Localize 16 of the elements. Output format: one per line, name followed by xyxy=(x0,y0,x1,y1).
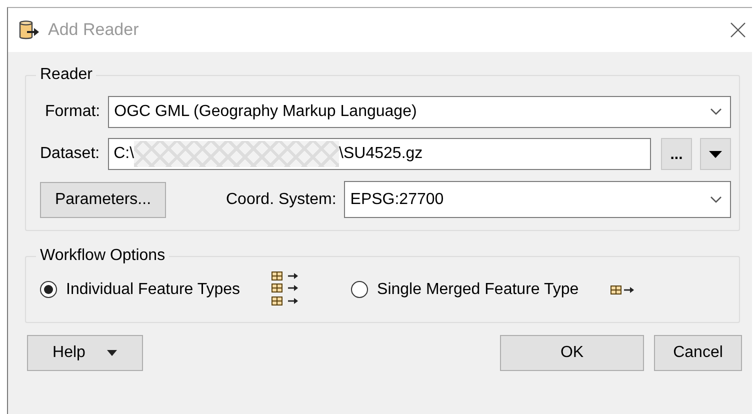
radio-label[interactable]: Single Merged Feature Type xyxy=(377,280,579,298)
group-title: Reader xyxy=(39,66,94,84)
field-label: Format: xyxy=(45,103,100,121)
radio-label[interactable]: Individual Feature Types xyxy=(66,280,240,298)
dialog-button[interactable]: Cancel xyxy=(654,335,742,371)
window-title: Add Reader xyxy=(48,20,140,40)
help-menu-button[interactable]: Help xyxy=(27,335,143,371)
dialog-button[interactable]: OK xyxy=(500,335,644,371)
field-label: Coord. System: xyxy=(226,190,336,208)
coordinate-system-dropdown[interactable]: EPSG:27700 xyxy=(344,181,731,218)
parameters-button[interactable]: Parameters... xyxy=(40,182,166,218)
dataset-field[interactable]: C:\ \SU4525.gz xyxy=(108,138,651,170)
browse-button[interactable]: ... xyxy=(661,138,692,170)
field-label: Dataset: xyxy=(40,145,100,163)
group-title: Workflow Options xyxy=(39,247,166,265)
format-dropdown[interactable]: OGC GML (Geography Markup Language) xyxy=(108,96,731,128)
